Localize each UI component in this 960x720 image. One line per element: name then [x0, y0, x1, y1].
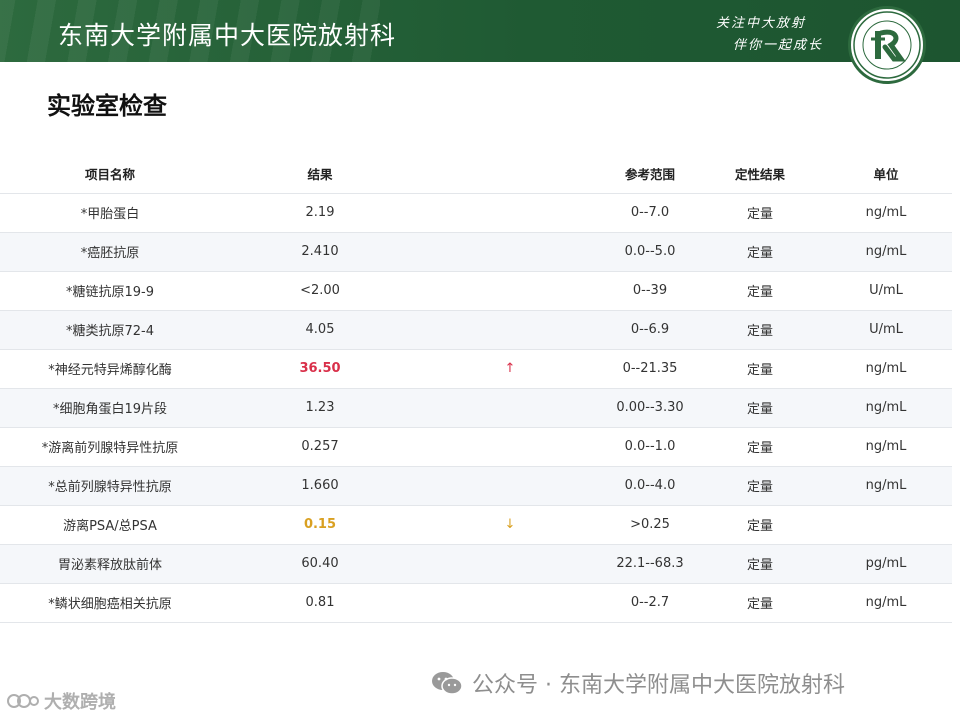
lab-results-table: 项目名称 结果 参考范围 定性结果 单位 *甲胎蛋白 2.19 0--7.0 定量 ng…: [0, 154, 952, 623]
corner-watermark: 大数跨境: [6, 688, 116, 714]
cell-flag: [420, 388, 600, 428]
cell-unit: ng/mL: [820, 232, 952, 272]
cell-reference: 0--7.0: [600, 193, 700, 233]
header-title: 东南大学附属中大医院放射科: [58, 21, 397, 50]
cell-result: 1.23: [220, 388, 420, 428]
header-result: 结果: [220, 154, 420, 194]
cell-reference: 0--2.7: [600, 583, 700, 623]
cell-qualitative: 定量: [700, 388, 820, 428]
cell-qualitative: 定量: [700, 427, 820, 467]
table-row: *细胞角蛋白19片段 1.23 0.00--3.30 定量 ng/mL: [0, 388, 952, 428]
cell-reference: 22.1--68.3: [600, 544, 700, 584]
cell-result: 36.50: [220, 349, 420, 389]
cell-qualitative: 定量: [700, 232, 820, 272]
cell-reference: 0--39: [600, 271, 700, 311]
wechat-text: 公众号 · 东南大学附属中大医院放射科: [472, 673, 845, 698]
cell-qualitative: 定量: [700, 505, 820, 545]
table-row: *鳞状细胞癌相关抗原 0.81 0--2.7 定量 ng/mL: [0, 583, 952, 623]
hospital-logo-icon: [848, 6, 926, 84]
table-row: *癌胚抗原 2.410 0.0--5.0 定量 ng/mL: [0, 232, 952, 272]
table-row: *总前列腺特异性抗原 1.660 0.0--4.0 定量 ng/mL: [0, 466, 952, 506]
cell-flag: ↑: [420, 349, 600, 389]
cell-qualitative: 定量: [700, 466, 820, 506]
cell-unit: [820, 505, 952, 545]
wechat-icon: [432, 672, 463, 695]
header-reference: 参考范围: [600, 154, 700, 194]
cell-unit: ng/mL: [820, 388, 952, 428]
cell-unit: pg/mL: [820, 544, 952, 584]
cell-result: 2.19: [220, 193, 420, 233]
cell-unit: ng/mL: [820, 349, 952, 389]
cell-flag: [420, 232, 600, 272]
cell-result: <2.00: [220, 271, 420, 311]
table-row: 游离PSA/总PSA 0.15 ↓ >0.25 定量: [0, 505, 952, 545]
wechat-footer: 公众号 · 东南大学附属中大医院放射科: [430, 667, 845, 699]
cell-reference: 0.0--1.0: [600, 427, 700, 467]
header-flag: [420, 154, 600, 194]
cell-unit: U/mL: [820, 271, 952, 311]
cell-unit: ng/mL: [820, 193, 952, 233]
cell-name: *糖链抗原19-9: [0, 271, 220, 311]
cell-qualitative: 定量: [700, 271, 820, 311]
cell-qualitative: 定量: [700, 349, 820, 389]
cell-reference: 0.0--4.0: [600, 466, 700, 506]
cell-unit: ng/mL: [820, 466, 952, 506]
table-row: *糖类抗原72-4 4.05 0--6.9 定量 U/mL: [0, 310, 952, 350]
cell-result: 4.05: [220, 310, 420, 350]
cell-qualitative: 定量: [700, 310, 820, 350]
cell-name: *鳞状细胞癌相关抗原: [0, 583, 220, 623]
slogan-line-2: 伴你一起成长: [733, 38, 824, 53]
cell-result: 60.40: [220, 544, 420, 584]
cell-reference: 0--6.9: [600, 310, 700, 350]
cell-flag: ↓: [420, 505, 600, 545]
slogan-line-1: 关注中大放射: [716, 16, 807, 31]
cell-name: *癌胚抗原: [0, 232, 220, 272]
cell-flag: [420, 427, 600, 467]
cell-qualitative: 定量: [700, 193, 820, 233]
cell-name: 游离PSA/总PSA: [0, 505, 220, 545]
header-name: 项目名称: [0, 154, 220, 194]
cell-qualitative: 定量: [700, 583, 820, 623]
cell-result: 0.257: [220, 427, 420, 467]
table-row: *甲胎蛋白 2.19 0--7.0 定量 ng/mL: [0, 193, 952, 233]
cell-name: *糖类抗原72-4: [0, 310, 220, 350]
cell-unit: ng/mL: [820, 583, 952, 623]
cell-name: 胃泌素释放肽前体: [0, 544, 220, 584]
header-banner: 东南大学附属中大医院放射科 关注中大放射 伴你一起成长: [0, 0, 960, 62]
cell-flag: [420, 544, 600, 584]
cell-name: *游离前列腺特异性抗原: [0, 427, 220, 467]
cell-reference: 0.0--5.0: [600, 232, 700, 272]
cell-result: 0.81: [220, 583, 420, 623]
cell-name: *细胞角蛋白19片段: [0, 388, 220, 428]
cell-name: *神经元特异烯醇化酶: [0, 349, 220, 389]
cell-result: 2.410: [220, 232, 420, 272]
cell-flag: [420, 583, 600, 623]
cell-reference: 0--21.35: [600, 349, 700, 389]
table-row: *神经元特异烯醇化酶 36.50 ↑ 0--21.35 定量 ng/mL: [0, 349, 952, 389]
header-qualitative: 定性结果: [700, 154, 820, 194]
cell-flag: [420, 310, 600, 350]
table-row: *游离前列腺特异性抗原 0.257 0.0--1.0 定量 ng/mL: [0, 427, 952, 467]
cell-result: 0.15: [220, 505, 420, 545]
cell-reference: 0.00--3.30: [600, 388, 700, 428]
corner-text: 大数跨境: [44, 692, 116, 713]
cell-flag: [420, 271, 600, 311]
table-header-row: 项目名称 结果 参考范围 定性结果 单位: [0, 154, 952, 194]
cell-name: *总前列腺特异性抗原: [0, 466, 220, 506]
cell-flag: [420, 466, 600, 506]
cell-reference: >0.25: [600, 505, 700, 545]
cell-flag: [420, 193, 600, 233]
table-row: *糖链抗原19-9 <2.00 0--39 定量 U/mL: [0, 271, 952, 311]
cell-name: *甲胎蛋白: [0, 193, 220, 233]
watermark-icon: [7, 694, 39, 708]
cell-unit: ng/mL: [820, 427, 952, 467]
cell-result: 1.660: [220, 466, 420, 506]
table-row: 胃泌素释放肽前体 60.40 22.1--68.3 定量 pg/mL: [0, 544, 952, 584]
cell-unit: U/mL: [820, 310, 952, 350]
header-unit: 单位: [820, 154, 952, 194]
page-title: 实验室检查: [47, 92, 167, 120]
cell-qualitative: 定量: [700, 544, 820, 584]
